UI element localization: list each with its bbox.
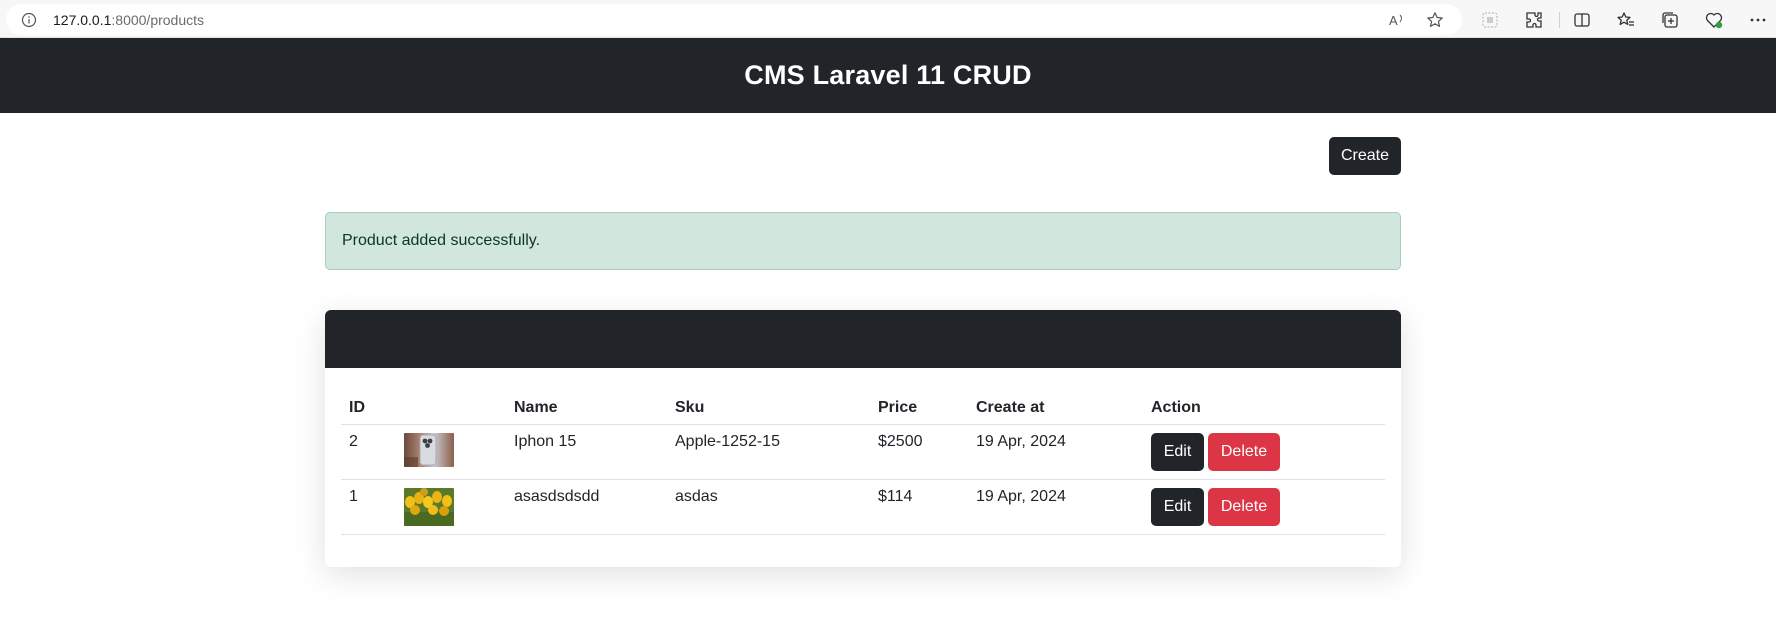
cell-name: Iphon 15 [506,424,667,480]
page-title: CMS Laravel 11 CRUD [744,60,1032,90]
cell-created-at: 19 Apr, 2024 [968,479,1143,535]
column-header-sku: Sku [667,384,870,425]
cell-id: 2 [341,424,396,480]
cell-id: 1 [341,479,396,535]
table-header-row: ID Name Sku Price Create at Action [341,384,1385,425]
card-body: ID Name Sku Price Create at Action 2 Iph… [325,368,1401,567]
table-row: 2 Iphon 15 Apple-1252-15 $2500 19 Apr, 2… [341,424,1385,480]
create-row: Create [325,113,1401,212]
url-path: :8000/products [111,11,205,28]
products-table: ID Name Sku Price Create at Action 2 Iph… [341,384,1385,535]
more-menu-icon[interactable] [1748,10,1768,30]
edit-button[interactable]: Edit [1151,432,1204,471]
cell-actions: Edit Delete [1143,479,1385,535]
cell-sku: Apple-1252-15 [667,424,870,480]
delete-button[interactable]: Delete [1208,432,1280,471]
alert-message: Product added successfully. [342,232,541,249]
cell-sku: asdas [667,479,870,535]
edit-button[interactable]: Edit [1151,487,1204,526]
cell-actions: Edit Delete [1143,424,1385,480]
delete-button[interactable]: Delete [1208,487,1280,526]
products-card: ID Name Sku Price Create at Action 2 Iph… [325,310,1401,567]
favorite-star-icon[interactable] [1426,11,1444,29]
column-header-action: Action [1143,384,1385,425]
column-header-name: Name [506,384,667,425]
product-thumbnail-phone [404,432,454,467]
svg-text:A: A [1389,13,1398,28]
cell-created-at: 19 Apr, 2024 [968,424,1143,480]
product-thumbnail-tulips [404,487,454,526]
toolbar-divider [1559,12,1560,28]
browser-toolbar: 127.0.0.1:8000/products A [0,0,1776,38]
cell-price: $2500 [870,424,968,480]
favorites-icon[interactable] [1616,10,1636,30]
cell-price: $114 [870,479,968,535]
column-header-image [396,384,506,425]
sidebar-split-icon[interactable] [1572,10,1592,30]
url-text[interactable]: 127.0.0.1:8000/products [53,12,204,28]
address-bar[interactable]: 127.0.0.1:8000/products A [6,4,1462,35]
info-icon[interactable] [21,12,37,28]
extensions-icon[interactable] [1524,10,1544,30]
column-header-price: Price [870,384,968,425]
split-screen-icon[interactable] [1480,10,1500,30]
collections-icon[interactable] [1660,10,1680,30]
cell-name: asasdsdsdd [506,479,667,535]
table-row: 1 asasdsdsdd asdas $114 19 Apr, 2024 Edi… [341,479,1385,535]
create-button[interactable]: Create [1329,137,1401,175]
success-alert: Product added successfully. [325,212,1401,270]
url-host: 127.0.0.1 [53,11,112,28]
read-aloud-icon[interactable]: A [1388,11,1406,29]
column-header-id: ID [341,384,396,425]
card-header [325,310,1401,368]
cell-image [396,424,506,480]
column-header-created-at: Create at [968,384,1143,425]
main-content: Create Product added successfully. ID Na… [325,113,1401,567]
app-header: CMS Laravel 11 CRUD [0,38,1776,113]
cell-image [396,479,506,535]
browser-essentials-icon[interactable] [1704,10,1724,30]
